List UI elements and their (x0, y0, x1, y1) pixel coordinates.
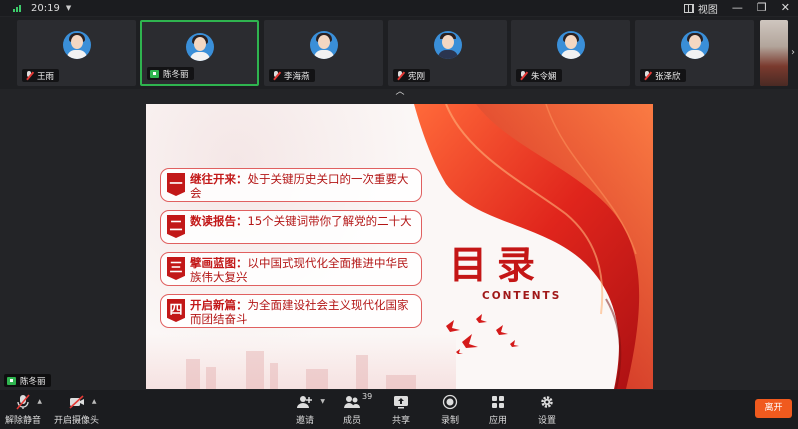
share-screen-button[interactable]: 共享 (392, 394, 410, 426)
apps-grid-icon (491, 394, 505, 410)
participant-strip: 王雨 陈冬丽 李海燕 宪刚 朱令娴 张泽欣 › (0, 17, 798, 89)
clock-dropdown-icon[interactable]: ▼ (66, 4, 71, 12)
record-label: 录制 (441, 416, 460, 426)
minimize-button[interactable]: — (732, 0, 743, 16)
gear-icon (539, 394, 555, 410)
participant-nametag: 陈冬丽 (147, 67, 194, 80)
toc-heading: 开启新篇： (190, 298, 248, 312)
mic-muted-icon: ▲ (16, 394, 42, 410)
mic-muted-icon (396, 71, 404, 80)
participant-tile[interactable]: 李海燕 (264, 20, 383, 86)
avatar (556, 31, 585, 59)
participant-nametag: 朱令娴 (516, 69, 562, 82)
member-count: 39 (362, 392, 373, 401)
participant-nametag: 王雨 (22, 69, 60, 82)
network-signal-icon (13, 4, 21, 12)
avatar (185, 33, 214, 61)
start-video-button[interactable]: ▲ 开启摄像头 (54, 394, 99, 426)
apps-label: 应用 (489, 416, 508, 426)
participant-name: 陈冬丽 (163, 69, 189, 80)
avatar (680, 31, 709, 59)
toc-item-2: 二 数读报告：15个关键词带你了解党的二十大 (160, 210, 422, 244)
participant-name: 王雨 (37, 71, 55, 82)
participant-tile-video[interactable] (760, 20, 788, 86)
meeting-toolbar: ▲ 解除静音 ▲ 开启摄像头 ▼ 邀请 39 成员 共享 录制 应用 设置 离开 (0, 390, 798, 429)
settings-button[interactable]: 设置 (538, 394, 556, 426)
add-user-icon: ▼ (297, 394, 325, 410)
toc-heading: 擘画蓝图： (190, 256, 248, 270)
view-label: 视图 (697, 4, 718, 16)
toc-number-badge: 二 (167, 215, 185, 238)
grid-view-icon (683, 3, 694, 13)
participant-nametag: 宪刚 (393, 69, 431, 82)
toc-number-badge: 一 (167, 173, 185, 196)
participant-tile[interactable]: 张泽欣 (635, 20, 754, 86)
participant-tile-active[interactable]: 陈冬丽 (140, 20, 259, 86)
leave-meeting-button[interactable]: 离开 (755, 399, 792, 418)
share-screen-icon (393, 394, 409, 410)
unmute-label: 解除静音 (5, 416, 42, 426)
toc-text: 15个关键词带你了解党的二十大 (247, 214, 412, 228)
participant-tile[interactable]: 宪刚 (388, 20, 507, 86)
close-button[interactable]: ✕ (781, 0, 790, 16)
meeting-window: 20:19 ▼ 视图 — ❐ ✕ 王雨 陈冬丽 李海燕 宪刚 朱令娴 张泽欣 ›… (0, 0, 798, 429)
share-label: 共享 (392, 416, 411, 426)
presentation-slide: 一 继往开来：处于关键历史关口的一次重要大会 二 数读报告：15个关键词带你了解… (146, 104, 653, 389)
toc-item-1: 一 继往开来：处于关键历史关口的一次重要大会 (160, 168, 422, 202)
toc-item-4: 四 开启新篇：为全面建设社会主义现代化国家而团结奋斗 (160, 294, 422, 328)
chevron-right-icon[interactable]: › (791, 47, 795, 58)
record-button[interactable]: 录制 (441, 394, 459, 426)
mic-muted-icon (643, 71, 651, 80)
red-silk-decoration (414, 104, 653, 389)
avatar (62, 31, 91, 59)
participant-name: 宪刚 (408, 71, 426, 82)
toc-item-3: 三 擘画蓝图：以中国式现代化全面推进中华民族伟大复兴 (160, 252, 422, 286)
sharing-badge-icon (150, 69, 159, 78)
participant-name: 张泽欣 (655, 71, 681, 82)
invite-label: 邀请 (296, 416, 315, 426)
start-video-label: 开启摄像头 (54, 416, 100, 426)
camera-off-icon: ▲ (68, 394, 97, 410)
toc-heading: 数读报告： (190, 214, 248, 228)
camera-feed (760, 20, 788, 86)
collapse-strip-chevron-icon[interactable]: ︿ (393, 88, 407, 97)
settings-label: 设置 (538, 416, 557, 426)
invite-button[interactable]: ▼ 邀请 (296, 394, 325, 426)
chevron-down-icon[interactable]: ▼ (320, 398, 325, 405)
active-speaker-tag: 陈冬丽 (4, 374, 51, 387)
chevron-down-icon[interactable]: ▲ (92, 398, 97, 405)
shared-screen-area: 一 继往开来：处于关键历史关口的一次重要大会 二 数读报告：15个关键词带你了解… (0, 97, 798, 390)
toc-number-badge: 三 (167, 257, 185, 280)
view-button[interactable]: 视图 (683, 1, 718, 16)
participant-name: 朱令娴 (531, 71, 557, 82)
participant-nametag: 张泽欣 (640, 69, 686, 82)
members-icon: 39 (344, 392, 372, 410)
restore-button[interactable]: ❐ (757, 0, 767, 16)
participant-nametag: 李海燕 (269, 69, 315, 82)
unmute-button[interactable]: ▲ 解除静音 (5, 394, 42, 426)
participant-tile[interactable]: 朱令娴 (511, 20, 630, 86)
sharing-badge-icon (7, 376, 16, 385)
title-bar: 20:19 ▼ 视图 — ❐ ✕ (0, 0, 798, 16)
mic-muted-icon (519, 71, 527, 80)
members-label: 成员 (343, 416, 362, 426)
speaker-name: 陈冬丽 (20, 376, 46, 387)
avatar (433, 31, 462, 59)
mic-muted-icon (272, 71, 280, 80)
toc-heading: 继往开来： (190, 172, 248, 186)
avatar (309, 31, 338, 59)
participant-tile[interactable]: 王雨 (17, 20, 136, 86)
toc-number-badge: 四 (167, 299, 185, 322)
slide-subtitle: CONTENTS (482, 290, 562, 302)
chevron-down-icon[interactable]: ▲ (37, 398, 42, 405)
slide-title: 目录 (449, 242, 546, 287)
apps-button[interactable]: 应用 (489, 394, 507, 426)
record-icon (442, 394, 458, 410)
members-button[interactable]: 39 成员 (343, 392, 372, 426)
participant-name: 李海燕 (284, 71, 310, 82)
mic-muted-icon (25, 71, 33, 80)
meeting-clock: 20:19 (31, 2, 60, 14)
